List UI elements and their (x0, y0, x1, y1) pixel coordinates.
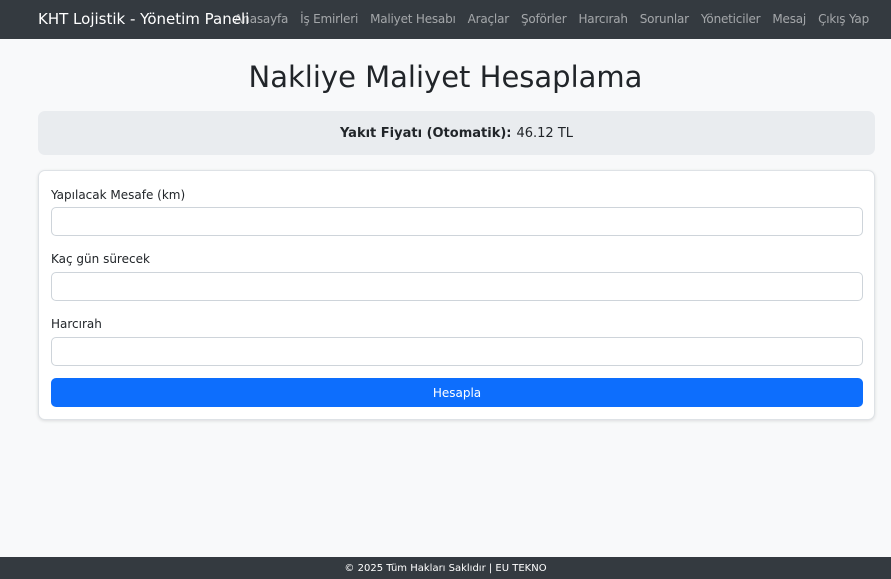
cost-form-card: Yapılacak Mesafe (km) Kaç gün sürecek Ha… (38, 170, 875, 420)
days-label: Kaç gün sürecek (51, 252, 150, 266)
footer: © 2025 Tüm Hakları Saklıdır | EU TEKNO (0, 557, 891, 579)
nav-links: Anasayfa İş Emirleri Maliyet Hesabı Araç… (234, 11, 869, 27)
nav-link-araclar[interactable]: Araçlar (468, 11, 510, 27)
navbar: KHT Lojistik - Yönetim Paneli Anasayfa İ… (0, 0, 891, 39)
nav-link-yoneticiler[interactable]: Yöneticiler (701, 11, 761, 27)
fuel-price-value: 46.12 TL (516, 125, 574, 141)
calculate-button[interactable]: Hesapla (51, 378, 863, 407)
nav-link-anasayfa[interactable]: Anasayfa (234, 11, 288, 27)
navbar-brand[interactable]: KHT Lojistik - Yönetim Paneli (38, 9, 249, 29)
nav-link-soforler[interactable]: Şoförler (521, 11, 567, 27)
fuel-price-box: Yakıt Fiyatı (Otomatik): 46.12 TL (38, 111, 875, 155)
nav-link-mesaj[interactable]: Mesaj (772, 11, 806, 27)
nav-link-harcirah[interactable]: Harcırah (578, 11, 627, 27)
nav-link-cikis-yap[interactable]: Çıkış Yap (818, 11, 869, 27)
allowance-input[interactable] (51, 337, 863, 366)
distance-label: Yapılacak Mesafe (km) (51, 188, 186, 202)
distance-input[interactable] (51, 207, 863, 236)
nav-link-is-emirleri[interactable]: İş Emirleri (300, 11, 358, 27)
nav-link-sorunlar[interactable]: Sorunlar (640, 11, 689, 27)
days-input[interactable] (51, 272, 863, 301)
nav-link-maliyet-hesabi[interactable]: Maliyet Hesabı (370, 11, 456, 27)
page-title: Nakliye Maliyet Hesaplama (248, 60, 643, 94)
footer-text: © 2025 Tüm Hakları Saklıdır | EU TEKNO (344, 562, 547, 574)
fuel-price-label: Yakıt Fiyatı (Otomatik): (339, 125, 512, 141)
allowance-label: Harcırah (51, 317, 102, 331)
